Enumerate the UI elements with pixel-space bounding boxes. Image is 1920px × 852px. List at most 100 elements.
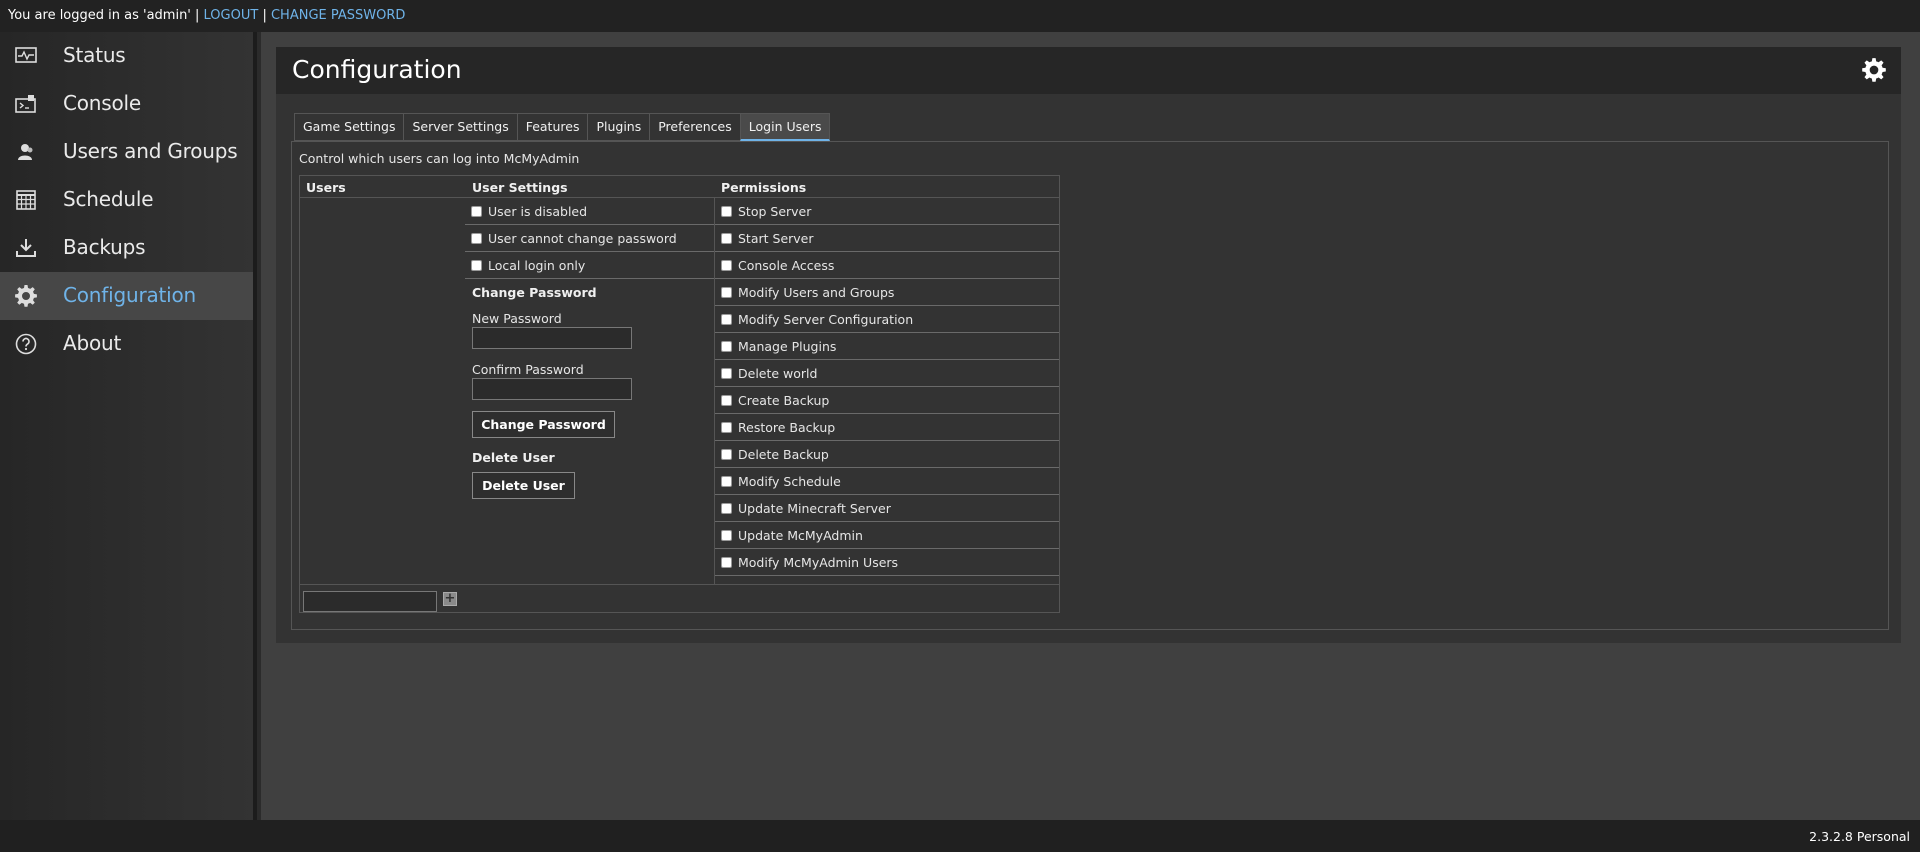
- pulse-monitor-icon: [14, 44, 38, 68]
- sidebar: Status Console Users and Groups Schedule…: [0, 32, 257, 820]
- sidebar-item-configuration[interactable]: Configuration: [0, 272, 253, 320]
- users-column-header: Users: [306, 180, 346, 195]
- permission-label: Modify McMyAdmin Users: [738, 554, 899, 570]
- permission-row[interactable]: Start Server: [715, 225, 1059, 252]
- permission-label: Start Server: [738, 230, 814, 246]
- config-tabs: Game Settings Server Settings Features P…: [294, 113, 831, 141]
- confirm-password-input[interactable]: [472, 378, 632, 400]
- bottom-bar: 2.3.2.8 Personal: [0, 820, 1920, 852]
- page-title: Configuration: [292, 55, 462, 84]
- permission-label: Delete Backup: [738, 446, 829, 462]
- sidebar-item-label: Backups: [63, 235, 146, 259]
- top-bar: You are logged in as 'admin' | LOGOUT | …: [0, 0, 1920, 32]
- tab-plugins[interactable]: Plugins: [587, 113, 650, 141]
- sidebar-item-backups[interactable]: Backups: [0, 224, 253, 272]
- sidebar-item-label: Users and Groups: [63, 139, 238, 163]
- permission-label: Update McMyAdmin: [738, 527, 863, 543]
- checkbox[interactable]: [721, 367, 732, 379]
- delete-user-button[interactable]: Delete User: [472, 472, 575, 499]
- main-content: Configuration Game Settings Server Setti…: [261, 32, 1920, 820]
- new-password-input[interactable]: [472, 327, 632, 349]
- footer-divider: [300, 584, 1059, 585]
- sidebar-item-about[interactable]: About: [0, 320, 253, 368]
- checkbox[interactable]: [471, 205, 482, 217]
- permission-row[interactable]: Stop Server: [715, 198, 1059, 225]
- sidebar-item-label: Status: [63, 43, 126, 67]
- permission-row[interactable]: Create Backup: [715, 387, 1059, 414]
- version-label: 2.3.2.8 Personal: [1809, 829, 1910, 844]
- setting-local-login-only[interactable]: Local login only: [465, 252, 714, 279]
- checkbox[interactable]: [721, 556, 732, 568]
- change-password-button[interactable]: Change Password: [472, 411, 615, 438]
- login-users-tab-content: Control which users can log into McMyAdm…: [291, 141, 1889, 630]
- change-password-link[interactable]: CHANGE PASSWORD: [271, 8, 405, 23]
- checkbox[interactable]: [721, 502, 732, 514]
- topbar-separator: |: [258, 8, 271, 23]
- logged-in-text: You are logged in as 'admin' |: [8, 8, 204, 23]
- checkbox[interactable]: [721, 421, 732, 433]
- tab-preferences[interactable]: Preferences: [649, 113, 740, 141]
- permission-row[interactable]: Update Minecraft Server: [715, 495, 1059, 522]
- question-circle-icon: [14, 332, 38, 356]
- permission-label: Modify Server Configuration: [738, 311, 914, 327]
- permission-label: Delete world: [738, 365, 818, 381]
- add-user-button[interactable]: +: [443, 592, 457, 606]
- delete-user-title: Delete User: [472, 450, 555, 465]
- setting-label: User is disabled: [488, 203, 588, 219]
- permission-row[interactable]: Modify Server Configuration: [715, 306, 1059, 333]
- checkbox[interactable]: [721, 205, 732, 217]
- setting-cannot-change-password[interactable]: User cannot change password: [465, 225, 714, 252]
- checkbox[interactable]: [721, 313, 732, 325]
- permission-label: Stop Server: [738, 203, 812, 219]
- user-settings-column-header: User Settings: [472, 180, 568, 195]
- sidebar-item-label: Console: [63, 91, 141, 115]
- checkbox[interactable]: [721, 529, 732, 541]
- users-list[interactable]: [300, 198, 465, 584]
- setting-label: Local login only: [488, 257, 586, 273]
- tab-login-users[interactable]: Login Users: [739, 113, 831, 141]
- permission-row[interactable]: Update McMyAdmin: [715, 522, 1059, 549]
- confirm-password-label: Confirm Password: [472, 362, 584, 377]
- sidebar-item-status[interactable]: Status: [0, 32, 253, 80]
- permission-row[interactable]: Modify Schedule: [715, 468, 1059, 495]
- login-users-table: Users User Settings Permissions User is …: [299, 175, 1060, 613]
- permission-row[interactable]: Delete Backup: [715, 441, 1059, 468]
- tab-server-settings[interactable]: Server Settings: [403, 113, 517, 141]
- checkbox[interactable]: [471, 232, 482, 244]
- new-password-label: New Password: [472, 311, 562, 326]
- tab-description: Control which users can log into McMyAdm…: [299, 151, 580, 166]
- users-icon: [14, 140, 38, 164]
- checkbox[interactable]: [721, 394, 732, 406]
- permission-label: Manage Plugins: [738, 338, 837, 354]
- permissions-column-header: Permissions: [721, 180, 807, 195]
- permission-label: Modify Users and Groups: [738, 284, 895, 300]
- permission-row[interactable]: Console Access: [715, 252, 1059, 279]
- sidebar-item-users-and-groups[interactable]: Users and Groups: [0, 128, 253, 176]
- setting-user-disabled[interactable]: User is disabled: [465, 198, 714, 225]
- checkbox[interactable]: [721, 340, 732, 352]
- permission-label: Create Backup: [738, 392, 830, 408]
- checkbox[interactable]: [721, 232, 732, 244]
- permission-label: Update Minecraft Server: [738, 500, 891, 516]
- permission-row[interactable]: Delete world: [715, 360, 1059, 387]
- panel-header: Configuration: [276, 47, 1901, 94]
- tab-game-settings[interactable]: Game Settings: [294, 113, 404, 141]
- new-user-input[interactable]: [303, 591, 437, 612]
- permission-row[interactable]: Modify McMyAdmin Users: [715, 549, 1059, 576]
- calendar-grid-icon: [14, 188, 38, 212]
- checkbox[interactable]: [471, 259, 482, 271]
- checkbox[interactable]: [721, 448, 732, 460]
- settings-gear-icon[interactable]: [1861, 57, 1887, 83]
- sidebar-item-schedule[interactable]: Schedule: [0, 176, 253, 224]
- permission-row[interactable]: Manage Plugins: [715, 333, 1059, 360]
- sidebar-item-label: Configuration: [63, 283, 197, 307]
- tab-features[interactable]: Features: [516, 113, 588, 141]
- checkbox[interactable]: [721, 259, 732, 271]
- permission-label: Console Access: [738, 257, 835, 273]
- checkbox[interactable]: [721, 286, 732, 298]
- logout-link[interactable]: LOGOUT: [204, 8, 259, 23]
- sidebar-item-console[interactable]: Console: [0, 80, 253, 128]
- permission-row[interactable]: Modify Users and Groups: [715, 279, 1059, 306]
- checkbox[interactable]: [721, 475, 732, 487]
- permission-row[interactable]: Restore Backup: [715, 414, 1059, 441]
